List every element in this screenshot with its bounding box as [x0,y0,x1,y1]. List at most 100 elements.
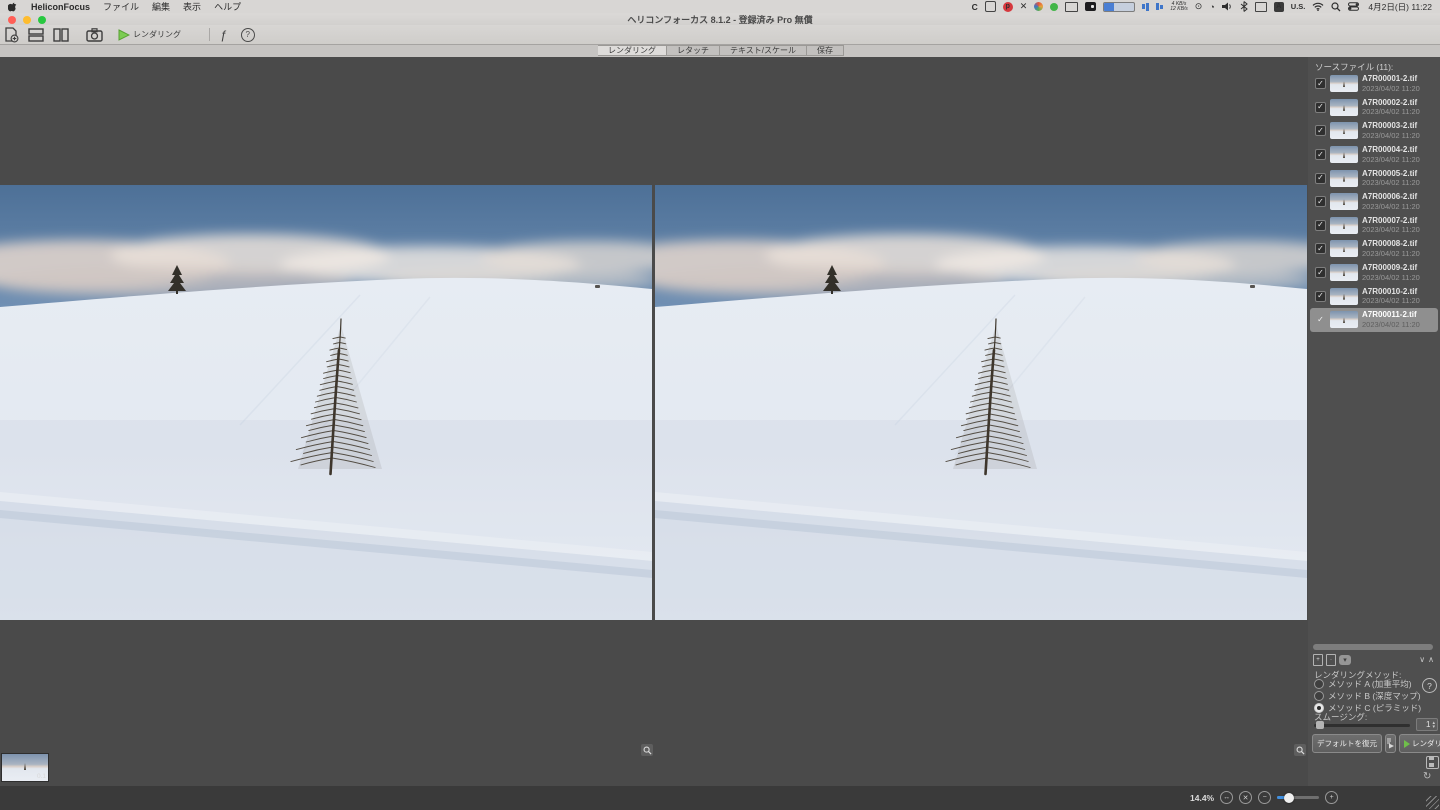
source-file-row[interactable]: ✓ A7R00002-2.tif 2023/04/02 11:20 [1310,96,1438,120]
file-checkbox[interactable]: ✓ [1315,102,1326,113]
camera-button[interactable] [86,27,103,43]
cpu-meter-icon[interactable] [1142,2,1149,11]
file-checkbox[interactable]: ✓ [1315,267,1326,278]
file-checkbox[interactable]: ✓ [1315,243,1326,254]
split-horizontal-view-button[interactable] [28,27,44,43]
menu-help[interactable]: ヘルプ [214,0,241,13]
chrome-icon[interactable]: C [972,2,978,12]
dark-app-icon[interactable] [1085,2,1096,11]
remove-file-icon[interactable]: · [1326,654,1336,666]
batch-render-button[interactable] [1385,734,1396,753]
file-checkbox[interactable]: ✓ [1315,78,1326,89]
mode-tab[interactable]: レンダリング [598,45,667,56]
render-method-option[interactable]: メソッド B (深度マップ) [1314,691,1421,700]
spin-down-icon[interactable]: ▾ [1432,725,1435,729]
sidebar-scrollbar[interactable] [1313,644,1433,650]
file-date: 2023/04/02 11:20 [1362,84,1420,94]
apple-menu-icon[interactable] [8,1,19,12]
render-toolbar-button[interactable]: レンダリング [118,29,181,41]
smoothing-spinbox[interactable]: 1 ▴ ▾ [1416,718,1438,731]
source-file-row[interactable]: ✓ A7R00007-2.tif 2023/04/02 11:20 [1310,214,1438,238]
mem-meter-icon[interactable] [1156,2,1163,11]
file-checkbox[interactable]: ✓ [1315,173,1326,184]
export-tray-icon[interactable]: ▾ [1339,655,1351,665]
result-image-pane-right[interactable] [655,185,1307,620]
zoom-in-icon[interactable]: + [1325,791,1338,804]
file-checkbox[interactable]: ✓ [1315,149,1326,160]
filmstrip-thumbnail[interactable]: 0.1 [1,753,49,782]
mode-tab[interactable]: 保存 [807,45,844,56]
collapse-down-icon[interactable]: ∨ [1419,655,1426,664]
zoom-slider-knob[interactable] [1284,793,1294,803]
zoom-out-icon[interactable]: − [1258,791,1271,804]
actual-size-icon[interactable]: ✕ [1239,791,1252,804]
close-window-button[interactable] [8,16,16,24]
cursor-app-icon[interactable]: ✕ [1020,1,1028,12]
mode-tab[interactable]: レタッチ [667,45,720,56]
file-checkbox[interactable]: ✓ [1315,220,1326,231]
control-center-icon[interactable] [1348,2,1359,11]
source-file-row[interactable]: ✓ A7R00011-2.tif 2023/04/02 11:20 [1310,308,1438,332]
minimize-window-button[interactable] [23,16,31,24]
display-icon[interactable] [1255,2,1267,12]
render-button[interactable]: レンダリング [1399,734,1440,753]
collapse-up-icon[interactable]: ∧ [1428,655,1435,664]
colorful-app-icon[interactable] [1034,2,1043,11]
source-file-row[interactable]: ✓ A7R00010-2.tif 2023/04/02 11:20 [1310,284,1438,308]
source-file-row[interactable]: ✓ A7R00001-2.tif 2023/04/02 11:20 [1310,72,1438,96]
source-image-pane-left[interactable] [0,185,652,620]
progress-capsule-icon[interactable] [1103,2,1135,12]
source-file-row[interactable]: ✓ A7R00004-2.tif 2023/04/02 11:20 [1310,143,1438,167]
network-speed-indicator[interactable]: 4 KB/s 12 KB/s [1170,2,1188,12]
source-file-row[interactable]: ✓ A7R00003-2.tif 2023/04/02 11:20 [1310,119,1438,143]
fit-to-window-icon[interactable]: ↔ [1220,791,1233,804]
menu-view[interactable]: 表示 [183,0,201,13]
input-source-icon[interactable]: A [1274,2,1284,12]
loupe-icon-left[interactable] [641,744,653,756]
smoothing-slider-knob[interactable] [1316,721,1324,729]
thumbnail-label: 0.1 [37,773,46,780]
file-checkbox[interactable]: ✓ [1315,196,1326,207]
help-icon[interactable]: ? [241,28,255,42]
method-help-icon[interactable]: ? [1422,678,1437,693]
restore-defaults-button[interactable]: デフォルトを復元 [1312,734,1382,753]
split-vertical-view-button[interactable] [53,27,69,43]
add-file-icon[interactable]: + [1313,654,1323,666]
menu-app-name[interactable]: HeliconFocus [31,2,90,12]
pan-hand-icon[interactable]: ↻ [1423,771,1431,782]
menu-file[interactable]: ファイル [103,0,139,13]
green-status-icon[interactable] [1050,3,1058,11]
radio-icon[interactable] [1314,691,1324,701]
zoom-window-button[interactable] [38,16,46,24]
file-checkbox[interactable]: ✓ [1315,125,1326,136]
open-files-button[interactable] [4,27,19,43]
source-file-row[interactable]: ✓ A7R00008-2.tif 2023/04/02 11:20 [1310,237,1438,261]
radio-icon[interactable] [1314,679,1324,689]
volume-icon[interactable] [1222,2,1233,11]
shazam-icon[interactable]: ⊙ [1195,1,1203,12]
menu-edit[interactable]: 編集 [152,0,170,13]
save-icon[interactable] [1426,756,1439,769]
window-app-icon[interactable] [1065,2,1078,12]
p-app-icon[interactable]: p [1003,2,1013,12]
source-file-row[interactable]: ✓ A7R00005-2.tif 2023/04/02 11:20 [1310,166,1438,190]
gray-app-icon[interactable] [985,1,996,12]
source-file-row[interactable]: ✓ A7R00006-2.tif 2023/04/02 11:20 [1310,190,1438,214]
file-checkbox[interactable]: ✓ [1315,291,1326,302]
share-flag-icon[interactable]: ƒ [220,28,227,42]
bluetooth-icon[interactable] [1240,1,1248,12]
menu-clock[interactable]: 4月2日(日) 11:22 [1368,1,1432,13]
loupe-icon-right[interactable] [1294,744,1306,756]
zoom-slider[interactable] [1277,796,1319,799]
mode-tab[interactable]: テキスト/スケール [720,45,807,56]
window-resize-grip[interactable] [1426,796,1439,809]
input-language-label[interactable]: U.S. [1291,2,1306,11]
source-file-row[interactable]: ✓ A7R00009-2.tif 2023/04/02 11:20 [1310,261,1438,285]
smoothing-slider[interactable] [1314,724,1410,727]
spotlight-search-icon[interactable] [1331,2,1341,12]
wifi-icon[interactable] [1312,2,1324,11]
render-method-option[interactable]: メソッド A (加重平均) [1314,679,1421,688]
file-checkbox[interactable]: ✓ [1315,314,1326,325]
file-date: 2023/04/02 11:20 [1362,273,1420,283]
timer-icon[interactable]: ◔ [1209,2,1214,12]
